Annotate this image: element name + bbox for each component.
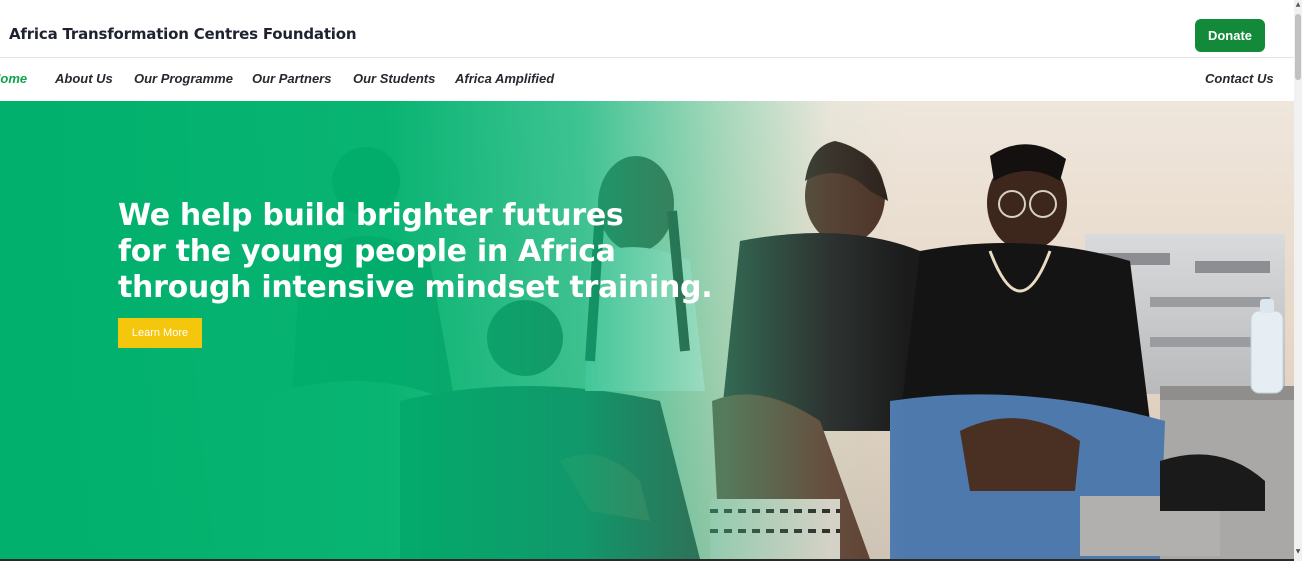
scroll-down-icon[interactable]: ▼ — [1294, 547, 1302, 557]
nav-item-home[interactable]: Home — [0, 71, 27, 86]
nav-item-our-partners[interactable]: Our Partners — [252, 71, 331, 86]
hero-headline-line: We help build brighter futures — [118, 198, 624, 233]
learn-more-button[interactable]: Learn More — [118, 318, 202, 348]
nav-item-about-us[interactable]: About Us — [55, 71, 113, 86]
donate-button[interactable]: Donate — [1195, 19, 1265, 52]
hero-headline-line: through intensive mindset training. — [118, 270, 713, 305]
page-scrollbar[interactable]: ▲ ▼ — [1294, 0, 1302, 561]
site-header: Africa Transformation Centres Foundation… — [0, 0, 1294, 58]
nav-item-africa-amplified[interactable]: Africa Amplified — [455, 71, 554, 86]
scrollbar-thumb[interactable] — [1295, 14, 1301, 80]
hero-headline: We help build brighter futures for the y… — [118, 198, 713, 306]
nav-item-our-programme[interactable]: Our Programme — [134, 71, 233, 86]
nav-item-contact-us[interactable]: Contact Us — [1205, 71, 1274, 86]
scroll-up-icon[interactable]: ▲ — [1294, 0, 1302, 10]
nav-item-our-students[interactable]: Our Students — [353, 71, 435, 86]
hero-headline-line: for the young people in Africa — [118, 234, 616, 269]
site-title[interactable]: Africa Transformation Centres Foundation — [9, 25, 357, 43]
hero-banner: We help build brighter futures for the y… — [0, 101, 1294, 559]
main-nav: Home About Us Our Programme Our Partners… — [0, 58, 1294, 101]
